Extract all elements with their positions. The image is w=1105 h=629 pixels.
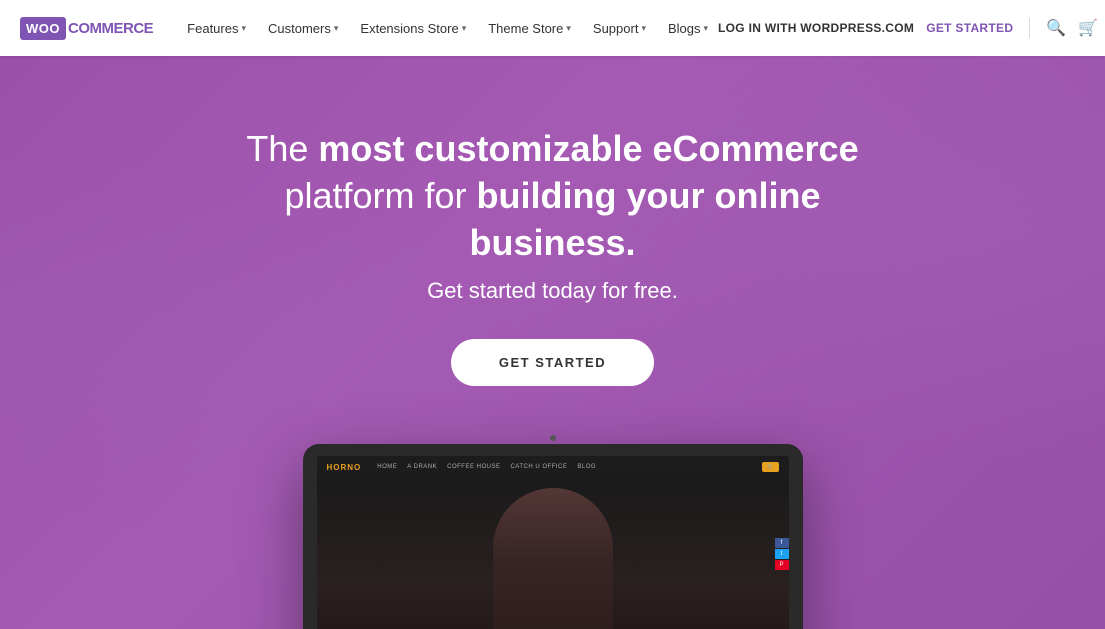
screen-cart: 🛒 [762, 462, 778, 472]
chevron-down-icon: ▾ [641, 23, 646, 34]
laptop-camera [550, 435, 556, 441]
nav-item-features[interactable]: Features ▾ [177, 15, 256, 42]
nav-item-theme-store[interactable]: Theme Store ▾ [478, 15, 581, 42]
facebook-icon: f [775, 538, 789, 548]
hero-title: The most customizable eCommerce platform… [203, 126, 903, 266]
hero-cta-button[interactable]: GET STARTED [451, 339, 654, 386]
screen-side-buttons: f t P [775, 538, 789, 570]
screen-hero: f t P check out the mercenate FOLLOW THE… [317, 478, 789, 629]
search-icon[interactable]: 🔍 [1046, 18, 1066, 38]
screen-nav-right: 🛒 [762, 462, 778, 472]
nav-item-customers[interactable]: Customers ▾ [258, 15, 348, 42]
navigation: WOO COMMERCE Features ▾ Customers ▾ Exte… [0, 0, 1105, 56]
screen-content: HORNO HOME A DRANK COFFEE HOUSE CATCH U … [317, 456, 789, 629]
nav-item-extensions[interactable]: Extensions Store ▾ [350, 15, 476, 42]
nav-item-blogs[interactable]: Blogs ▾ [658, 15, 718, 42]
screen-bg: f t P check out the mercenate FOLLOW THE… [317, 478, 789, 629]
logo[interactable]: WOO COMMERCE [20, 17, 153, 40]
figure-silhouette [493, 488, 613, 629]
chevron-down-icon: ▾ [566, 23, 571, 34]
chevron-down-icon: ▾ [334, 23, 339, 34]
chevron-down-icon: ▾ [704, 23, 709, 34]
login-link[interactable]: LOG IN WITH WORDPRESS.COM [718, 21, 914, 35]
logo-woo: WOO [20, 17, 66, 40]
chevron-down-icon: ▾ [462, 23, 467, 34]
hero-section: The most customizable eCommerce platform… [0, 56, 1105, 629]
pinterest-icon: P [775, 560, 789, 570]
laptop-outer-frame: HORNO HOME A DRANK COFFEE HOUSE CATCH U … [303, 444, 803, 629]
hero-content: The most customizable eCommerce platform… [203, 126, 903, 434]
nav-divider [1029, 18, 1030, 38]
hero-subtitle: Get started today for free. [203, 274, 903, 307]
laptop-screen: HORNO HOME A DRANK COFFEE HOUSE CATCH U … [317, 456, 789, 629]
chevron-down-icon: ▾ [241, 23, 246, 34]
screen-nav-items: HOME A DRANK COFFEE HOUSE CATCH U OFFICE… [377, 464, 596, 470]
nav-links: Features ▾ Customers ▾ Extensions Store … [177, 15, 718, 42]
cart-icon[interactable]: 🛒 [1078, 18, 1098, 38]
logo-commerce: COMMERCE [68, 20, 153, 37]
get-started-nav-link[interactable]: GET STARTED [926, 21, 1013, 35]
twitter-icon: t [775, 549, 789, 559]
laptop-mockup: HORNO HOME A DRANK COFFEE HOUSE CATCH U … [303, 444, 803, 629]
nav-right: LOG IN WITH WORDPRESS.COM GET STARTED 🔍 … [718, 18, 1098, 38]
screen-nav-bar: HORNO HOME A DRANK COFFEE HOUSE CATCH U … [317, 456, 789, 478]
screen-logo: HORNO [327, 463, 362, 472]
nav-item-support[interactable]: Support ▾ [583, 15, 656, 42]
